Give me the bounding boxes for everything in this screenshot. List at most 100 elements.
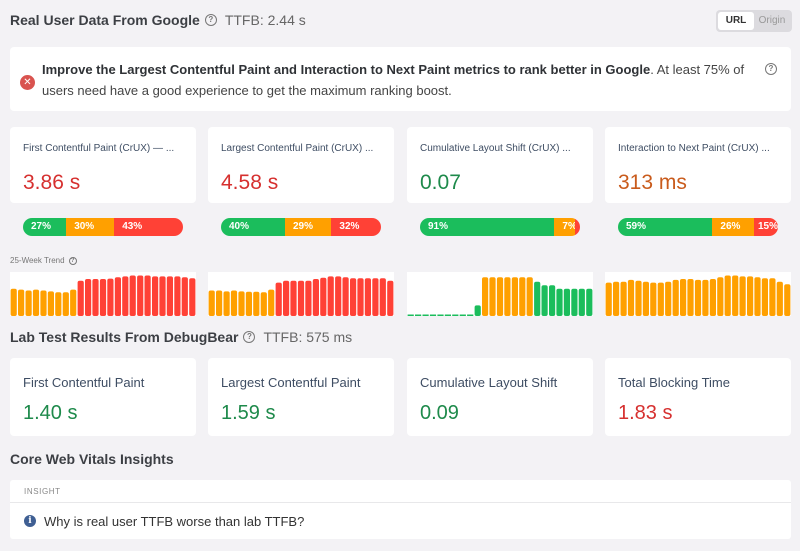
- trend-bar[interactable]: [137, 275, 144, 317]
- trend-bar[interactable]: [297, 280, 305, 316]
- trend-bar[interactable]: [181, 277, 188, 316]
- trend-bar[interactable]: [613, 281, 620, 316]
- trend-bar[interactable]: [32, 289, 40, 316]
- trend-bar[interactable]: [444, 314, 451, 317]
- trend-bar[interactable]: [283, 280, 290, 316]
- trend-bar[interactable]: [189, 278, 196, 316]
- trend-bar[interactable]: [174, 276, 181, 316]
- trend-bar[interactable]: [534, 281, 541, 316]
- trend-bar[interactable]: [635, 280, 642, 316]
- trend-bar[interactable]: [99, 279, 107, 316]
- trend-bar[interactable]: [519, 277, 526, 316]
- help-icon[interactable]: ?: [765, 63, 777, 75]
- trend-bar[interactable]: [70, 289, 77, 316]
- trend-bar[interactable]: [364, 278, 371, 316]
- trend-bar[interactable]: [327, 276, 334, 316]
- trend-bar[interactable]: [571, 288, 578, 316]
- trend-bar[interactable]: [372, 278, 379, 316]
- trend-bar[interactable]: [77, 280, 84, 316]
- trend-bar[interactable]: [350, 278, 357, 316]
- trend-bar[interactable]: [422, 314, 429, 317]
- trend-bar[interactable]: [694, 279, 702, 316]
- trend-bar[interactable]: [122, 276, 129, 316]
- trend-bar[interactable]: [320, 277, 327, 316]
- trend-bar[interactable]: [10, 288, 17, 316]
- trend-bar[interactable]: [85, 279, 92, 316]
- trend-bar[interactable]: [40, 290, 47, 317]
- trend-bar[interactable]: [245, 291, 252, 316]
- trend-bar[interactable]: [166, 276, 173, 316]
- trend-bar[interactable]: [496, 277, 504, 316]
- trend-bar[interactable]: [429, 314, 437, 317]
- trend-bar[interactable]: [650, 282, 657, 316]
- trend-bar[interactable]: [335, 276, 342, 316]
- trend-bar[interactable]: [152, 276, 159, 316]
- trend-bar[interactable]: [275, 282, 282, 316]
- trend-bar[interactable]: [504, 277, 511, 316]
- trend-bar[interactable]: [672, 279, 679, 316]
- trend-bar[interactable]: [25, 290, 32, 317]
- trend-bar[interactable]: [379, 278, 386, 316]
- toggle-origin[interactable]: Origin: [754, 12, 790, 30]
- trend-bar[interactable]: [526, 277, 533, 316]
- trend-bar[interactable]: [627, 279, 635, 316]
- trend-bar[interactable]: [754, 277, 761, 316]
- trend-bar[interactable]: [223, 291, 230, 316]
- trend-bar[interactable]: [665, 281, 672, 316]
- toggle-url[interactable]: URL: [718, 12, 754, 30]
- trend-bar[interactable]: [563, 288, 570, 316]
- trend-bar[interactable]: [474, 305, 481, 316]
- trend-bar[interactable]: [620, 281, 627, 316]
- trend-bar[interactable]: [305, 280, 312, 316]
- trend-bar[interactable]: [578, 288, 585, 316]
- trend-bar[interactable]: [260, 292, 267, 316]
- trend-bar[interactable]: [114, 277, 121, 316]
- trend-bar[interactable]: [107, 278, 114, 316]
- trend-bar[interactable]: [387, 280, 394, 316]
- trend-bar[interactable]: [415, 314, 422, 317]
- trend-bar[interactable]: [732, 275, 739, 317]
- lab-metric-card[interactable]: Total Blocking Time 1.83 s: [605, 358, 791, 436]
- trend-bar[interactable]: [437, 314, 444, 317]
- trend-bar[interactable]: [489, 277, 496, 316]
- trend-bar[interactable]: [47, 291, 54, 316]
- trend-bar[interactable]: [541, 285, 548, 316]
- trend-bar[interactable]: [208, 290, 215, 317]
- trend-bar[interactable]: [642, 281, 649, 316]
- trend-bar[interactable]: [511, 277, 518, 316]
- trend-bar[interactable]: [357, 278, 364, 316]
- help-icon[interactable]: ?: [204, 14, 217, 26]
- trend-bar[interactable]: [62, 292, 69, 316]
- help-icon[interactable]: ?: [68, 256, 77, 265]
- trend-bar[interactable]: [129, 275, 136, 317]
- trend-bar[interactable]: [556, 288, 563, 316]
- help-icon[interactable]: ?: [243, 331, 256, 343]
- lab-metric-card[interactable]: First Contentful Paint 1.40 s: [10, 358, 196, 436]
- trend-bar[interactable]: [342, 277, 349, 316]
- trend-bar[interactable]: [482, 277, 489, 316]
- trend-bar[interactable]: [55, 292, 62, 316]
- trend-bar[interactable]: [769, 278, 776, 316]
- trend-bar[interactable]: [549, 285, 556, 316]
- trend-bar[interactable]: [407, 314, 414, 317]
- trend-bar[interactable]: [784, 284, 791, 316]
- crux-metric-card[interactable]: Largest Contentful Paint (CrUX) ... 4.58…: [208, 127, 394, 203]
- insight-text[interactable]: Why is real user TTFB worse than lab TTF…: [44, 514, 304, 529]
- trend-bar[interactable]: [467, 314, 474, 317]
- trend-bar[interactable]: [776, 281, 783, 316]
- trend-bar[interactable]: [18, 289, 25, 316]
- trend-bar[interactable]: [709, 279, 716, 316]
- trend-bar[interactable]: [724, 275, 731, 317]
- trend-bar[interactable]: [459, 314, 466, 317]
- crux-metric-card[interactable]: Cumulative Layout Shift (CrUX) ... 0.07: [407, 127, 593, 203]
- lab-metric-card[interactable]: Largest Contentful Paint 1.59 s: [208, 358, 394, 436]
- trend-bar[interactable]: [230, 290, 238, 317]
- trend-bar[interactable]: [92, 279, 99, 316]
- trend-bar[interactable]: [680, 279, 687, 316]
- trend-bar[interactable]: [586, 288, 593, 316]
- trend-bar[interactable]: [312, 279, 319, 316]
- trend-bar[interactable]: [657, 282, 664, 316]
- trend-bar[interactable]: [216, 290, 223, 317]
- trend-bar[interactable]: [144, 275, 151, 317]
- trend-bar[interactable]: [159, 276, 166, 316]
